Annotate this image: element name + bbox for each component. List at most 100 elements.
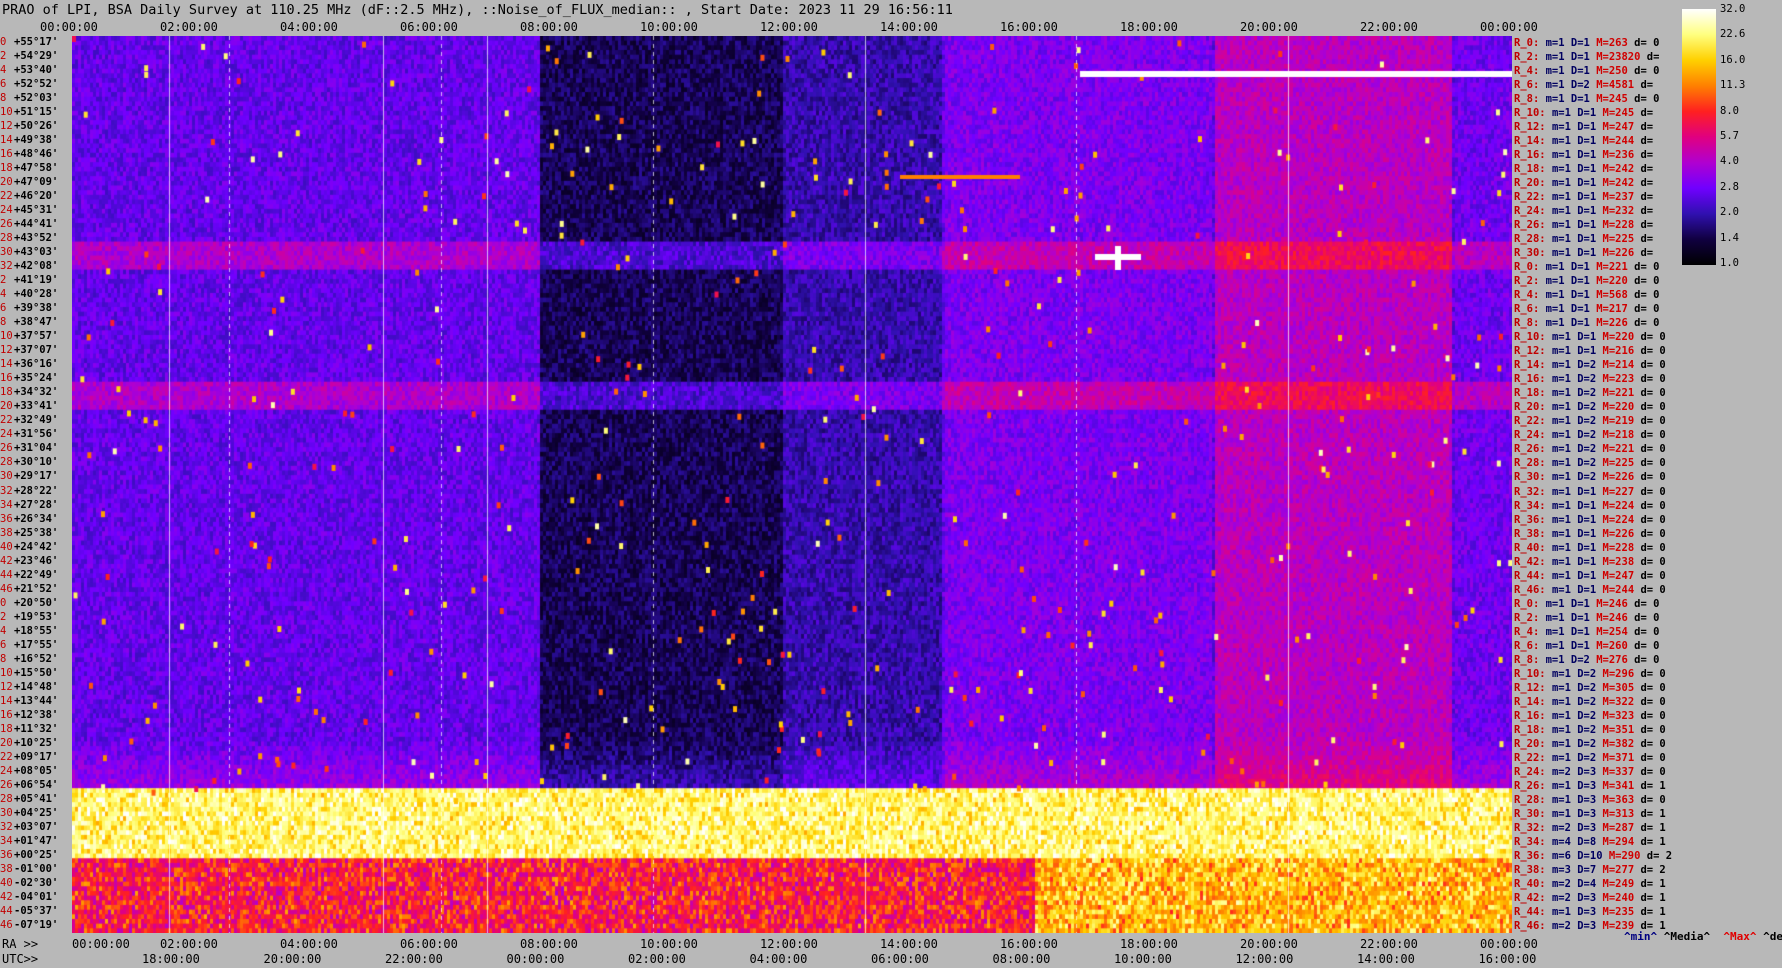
stat-row: R_6: m=1 D=1 M=217 d= 0 bbox=[1514, 303, 1660, 316]
stat-row: R_20: m=1 D=2 M=220 d= 0 bbox=[1514, 401, 1666, 414]
stat-row: R_2: m=1 D=1 M=23820 d= bbox=[1514, 51, 1660, 64]
declination-label: 26+44°41' bbox=[0, 218, 59, 231]
stat-row: R_46: m=1 D=1 M=244 d= 0 bbox=[1514, 583, 1666, 596]
stat-row: R_40: m=2 D=4 M=249 d= 1 bbox=[1514, 877, 1666, 890]
stat-row: R_0: m=1 D=1 M=221 d= 0 bbox=[1514, 261, 1660, 274]
stat-row: R_14: m=1 D=2 M=322 d= 0 bbox=[1514, 695, 1666, 708]
top-tick-label: 16:00:00 bbox=[1000, 20, 1058, 34]
stat-row: R_6: m=1 D=2 M=4581 d= bbox=[1514, 79, 1654, 92]
declination-label: 14+36°16' bbox=[0, 358, 59, 371]
declination-label: 38-01°00' bbox=[0, 862, 59, 875]
declination-label: 42+23°46' bbox=[0, 554, 59, 567]
colorbar-tick: 22.6 bbox=[1720, 28, 1746, 41]
chart-title: PRAO of LPI, BSA Daily Survey at 110.25 … bbox=[2, 2, 953, 18]
ra-tick-label: 14:00:00 bbox=[880, 937, 938, 951]
utc-tick-label: 18:00:00 bbox=[142, 952, 200, 966]
declination-label: 26+31°04' bbox=[0, 442, 59, 455]
top-tick-label: 10:00:00 bbox=[640, 20, 698, 34]
declination-label: 6 +52°52' bbox=[0, 78, 59, 91]
declination-label: 24+08°05' bbox=[0, 764, 59, 777]
stat-row: R_32: m=2 D=3 M=287 d= 1 bbox=[1514, 821, 1666, 834]
stat-row: R_38: m=1 D=1 M=226 d= 0 bbox=[1514, 527, 1666, 540]
stat-row: R_28: m=1 D=3 M=363 d= 0 bbox=[1514, 793, 1666, 806]
declination-label: 14+13°44' bbox=[0, 694, 59, 707]
ra-tick-label: 22:00:00 bbox=[1360, 937, 1418, 951]
ra-axis-label: RA >> bbox=[2, 937, 39, 951]
legend-devia: ^devia bbox=[1763, 930, 1782, 943]
declination-label: 8 +52°03' bbox=[0, 92, 59, 105]
legend-max: ^Max^ bbox=[1723, 930, 1757, 943]
stat-row: R_0: m=1 D=1 M=263 d= 0 bbox=[1514, 37, 1660, 49]
ra-tick-label: 06:00:00 bbox=[400, 937, 458, 951]
utc-tick-label: 20:00:00 bbox=[263, 952, 322, 966]
stat-row: R_30: m=1 D=1 M=226 d= bbox=[1514, 247, 1654, 260]
stat-row: R_8: m=1 D=1 M=245 d= 0 bbox=[1514, 93, 1660, 106]
declination-label: 4 +18°55' bbox=[0, 624, 59, 637]
stat-row: R_4: m=1 D=1 M=250 d= 0 bbox=[1514, 65, 1660, 78]
ra-tick-label: 00:00:00 bbox=[72, 937, 130, 951]
stat-row: R_26: m=1 D=1 M=228 d= bbox=[1514, 219, 1654, 232]
declination-label: 2 +19°53' bbox=[0, 610, 59, 623]
top-tick-label: 06:00:00 bbox=[400, 20, 458, 34]
declination-label: 6 +17°55' bbox=[0, 638, 59, 651]
heatmap-plot bbox=[72, 36, 1512, 933]
top-tick-label: 20:00:00 bbox=[1240, 20, 1298, 34]
legend-median: ^Media^ bbox=[1663, 930, 1711, 943]
colorbar-tick: 16.0 bbox=[1720, 53, 1746, 66]
declination-label: 20+47°09' bbox=[0, 176, 59, 189]
ra-tick-label: 04:00:00 bbox=[280, 937, 338, 951]
declination-label: 36+00°25' bbox=[0, 848, 59, 861]
row-statistics: R_0: m=1 D=1 M=263 d= 0 R_2: m=1 D=1 M=23… bbox=[1514, 36, 1699, 933]
utc-tick-label: 12:00:00 bbox=[1235, 952, 1294, 966]
declination-label: 40+24°42' bbox=[0, 540, 59, 553]
stat-row: R_22: m=1 D=2 M=219 d= 0 bbox=[1514, 415, 1666, 428]
declination-label: 2 +54°29' bbox=[0, 50, 59, 63]
declination-label: 30+43°03' bbox=[0, 246, 59, 259]
colorbar-tick: 2.8 bbox=[1720, 180, 1739, 193]
declination-label: 2 +41°19' bbox=[0, 274, 59, 287]
stat-row: R_20: m=1 D=2 M=382 d= 0 bbox=[1514, 737, 1666, 750]
declination-label: 22+46°20' bbox=[0, 190, 59, 203]
declination-label: 12+14°48' bbox=[0, 680, 59, 693]
declination-label: 32+28°22' bbox=[0, 484, 59, 497]
stat-row: R_12: m=1 D=1 M=216 d= 0 bbox=[1514, 345, 1666, 358]
stat-row: R_22: m=1 D=1 M=237 d= bbox=[1514, 191, 1654, 204]
declination-label: 16+35°24' bbox=[0, 372, 59, 385]
declination-label: 34+27°28' bbox=[0, 498, 59, 511]
declination-label: 4 +53°40' bbox=[0, 64, 59, 77]
top-tick-label: 08:00:00 bbox=[520, 20, 578, 34]
top-tick-label: 00:00:00 bbox=[40, 20, 98, 34]
declination-label: 32+42°08' bbox=[0, 260, 59, 273]
declination-label: 46-07°19' bbox=[0, 918, 59, 931]
top-tick-label: 12:00:00 bbox=[760, 20, 818, 34]
top-tick-label: 18:00:00 bbox=[1120, 20, 1178, 34]
declination-label: 36+26°34' bbox=[0, 512, 59, 525]
ra-tick-label: 20:00:00 bbox=[1240, 937, 1298, 951]
declination-label: 20+33°41' bbox=[0, 400, 59, 413]
stat-row: R_32: m=1 D=1 M=227 d= 0 bbox=[1514, 485, 1666, 498]
declination-label: 14+49°38' bbox=[0, 134, 59, 147]
stat-row: R_12: m=1 D=1 M=247 d= bbox=[1514, 121, 1654, 134]
declination-label: 18+11°32' bbox=[0, 722, 59, 735]
declination-label: 46+21°52' bbox=[0, 582, 59, 595]
declination-label: 18+47°58' bbox=[0, 162, 59, 175]
stat-row: R_10: m=1 D=1 M=245 d= bbox=[1514, 107, 1654, 120]
stat-row: R_44: m=1 D=3 M=235 d= 1 bbox=[1514, 905, 1666, 918]
declination-label: 34+01°47' bbox=[0, 834, 59, 847]
declination-label: 12+37°07' bbox=[0, 344, 59, 357]
top-tick-label: 02:00:00 bbox=[160, 20, 218, 34]
ra-tick-label: 18:00:00 bbox=[1120, 937, 1178, 951]
stat-row: R_12: m=1 D=2 M=305 d= 0 bbox=[1514, 681, 1666, 694]
declination-label: 6 +39°38' bbox=[0, 302, 59, 315]
declination-label: 44+22°49' bbox=[0, 568, 59, 581]
declination-label: 20+10°25' bbox=[0, 736, 59, 749]
declination-label: 8 +16°52' bbox=[0, 652, 59, 665]
stat-row: R_26: m=1 D=3 M=341 d= 1 bbox=[1514, 779, 1666, 792]
stat-row: R_40: m=1 D=1 M=228 d= 0 bbox=[1514, 541, 1666, 554]
declination-label: 0 +20°50' bbox=[0, 596, 59, 609]
stat-row: R_20: m=1 D=1 M=242 d= bbox=[1514, 177, 1654, 190]
declination-label: 16+12°38' bbox=[0, 708, 59, 721]
declination-label: 8 +38°47' bbox=[0, 316, 59, 329]
stat-row: R_30: m=1 D=3 M=313 d= 1 bbox=[1514, 807, 1666, 820]
colorbar-tick: 8.0 bbox=[1720, 104, 1739, 117]
